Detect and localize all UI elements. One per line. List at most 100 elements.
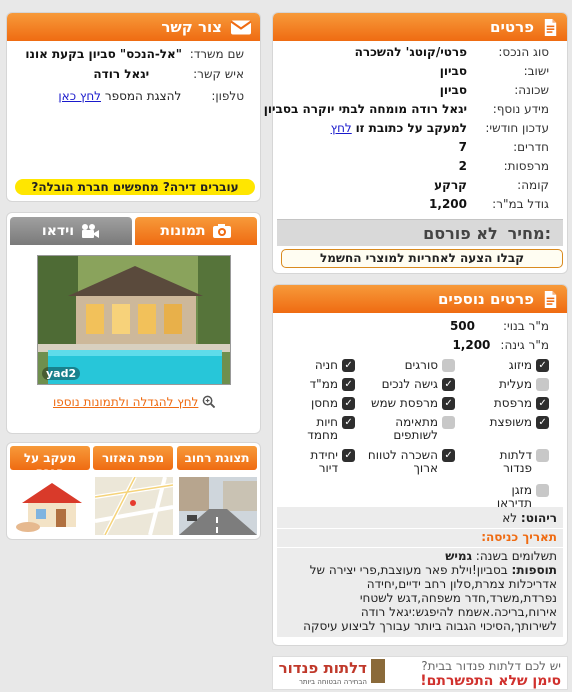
tab-photos-label: תמונות: [160, 223, 206, 239]
detail-row: חדרים: 7: [279, 140, 549, 154]
maps-panel: תצוגת רחוב מפת האזור מעקב על הנכס: [6, 442, 261, 540]
area-map-thumbnail[interactable]: [95, 477, 173, 535]
furnish-box: ריהוט: לא תאריך כניסה: תשלומים בשנה: גמי…: [277, 507, 563, 637]
property-photo[interactable]: yad2: [37, 255, 231, 385]
feature-label: גישה לנכים: [381, 377, 438, 391]
furnish-divider: [277, 528, 563, 529]
unchecked-icon: [536, 484, 549, 497]
office-value: "אל-הנכס" סביון בקעת אונו: [25, 47, 183, 61]
price-value: לא פורסם: [423, 223, 498, 243]
envelope-icon: [230, 20, 252, 34]
detail-value: פרטי/קוטג' להשכרה: [354, 45, 467, 59]
enlarge-row[interactable]: לחץ להגדלה ולתמונות נוספו: [53, 395, 216, 409]
contact-title: צור קשר: [161, 18, 222, 36]
pandor-sub: הבחירה הבטוחה ביותר: [298, 678, 367, 686]
house-price-thumbnail[interactable]: [12, 477, 90, 535]
feature-item: מתאימה לשותפים: [363, 416, 455, 442]
feature-item: ✓ מיזוג: [479, 359, 549, 372]
unchecked-icon: [442, 416, 455, 429]
built-area-label: מ"ר בנוי:: [503, 319, 549, 333]
photo-watermark: yad2: [42, 367, 81, 380]
checkmark-icon: ✓: [442, 397, 455, 410]
detail-label: עדכון חודשי:: [485, 121, 549, 135]
checkmark-icon: ✓: [442, 378, 455, 391]
area-map-label: מפת האזור: [101, 451, 165, 465]
person-label: איש קשר:: [193, 67, 244, 81]
feature-label: מחסן: [310, 396, 338, 410]
feature-item: ✓ חניה: [295, 359, 355, 372]
feature-item: ✓ ממ"ד: [295, 378, 355, 391]
detail-value: יגאל רודה מומחה לבתי יוקרה בסביון: [263, 102, 467, 116]
tab-video[interactable]: וידאו: [10, 217, 132, 245]
tab-photos[interactable]: תמונות: [135, 217, 257, 245]
unchecked-icon: [536, 449, 549, 462]
moving-banner[interactable]: עוברים דירה? מחפשים חברת הובלה?: [15, 179, 255, 195]
unchecked-icon: [442, 359, 455, 372]
checkmark-icon: ✓: [536, 397, 549, 410]
detail-label: ישוב:: [523, 64, 549, 78]
feature-label: מרפסת שמש: [370, 396, 438, 410]
additions-label: תוספות:: [511, 563, 557, 577]
ad-line2: סימן שלא התפשרתם!: [420, 673, 561, 689]
feature-label: סורגים: [404, 358, 438, 372]
area-map-button[interactable]: מפת האזור: [93, 446, 173, 470]
furnish-value: לא: [502, 511, 518, 525]
feature-label: יחידת דיור: [310, 448, 338, 475]
phone-reveal-link[interactable]: לחץ כאן: [58, 89, 101, 103]
checkmark-icon: ✓: [342, 359, 355, 372]
media-panel: תמונות וידאו yad2 לחץ להגדלה ולתמונות נו…: [6, 212, 261, 434]
price-label: מחיר:: [507, 223, 551, 243]
camera-icon: [212, 224, 231, 238]
detail-value: 2: [458, 159, 467, 173]
checkmark-icon: ✓: [342, 378, 355, 391]
detail-label: שכונה:: [514, 83, 549, 97]
detail-label: מידע נוסף:: [492, 102, 549, 116]
feature-item: ✓ מחסן: [295, 397, 355, 410]
detail-label: סוג הנכס:: [498, 45, 549, 59]
offer-text: קבלו הצעה לאחריות למוצרי החשמל: [319, 251, 525, 265]
detail-value: סביון: [439, 64, 467, 78]
feature-label: חיות מחמד: [307, 415, 338, 442]
built-area-row: מ"ר בנוי: 500: [450, 319, 549, 333]
detail-value: 7: [458, 140, 467, 154]
feature-item: ✓ גישה לנכים: [363, 378, 455, 391]
person-value: יגאל רודה: [93, 67, 150, 81]
feature-label: מרפסת: [493, 396, 532, 410]
monthly-update-link[interactable]: לחץ: [331, 121, 352, 135]
street-view-thumbnail[interactable]: [179, 477, 257, 535]
entry-date-label: תאריך כניסה:: [481, 530, 557, 544]
detail-value: למעקב על כתובת זו: [355, 121, 467, 135]
payments-value: גמיש: [445, 549, 472, 563]
pandor-brand: דלתות פנדור: [278, 659, 367, 677]
detail-row: מרפסות: 2: [279, 159, 549, 173]
phone-text: להצגת המספר: [104, 89, 182, 103]
detail-label: חדרים:: [513, 140, 549, 154]
entry-date-row: תאריך כניסה:: [481, 530, 557, 544]
street-view-button[interactable]: תצוגת רחוב: [177, 446, 257, 470]
street-view-label: תצוגת רחוב: [184, 451, 250, 465]
offer-button[interactable]: קבלו הצעה לאחריות למוצרי החשמל: [281, 249, 563, 268]
phone-label: טלפון:: [211, 89, 244, 103]
additions-block: תוספות: בסביון!וילת פאר מעוצבת,פרי יצירה…: [281, 563, 557, 633]
detail-label: קומה:: [517, 178, 549, 192]
pandor-ad-banner[interactable]: דלתות פנדור הבחירה הבטוחה ביותר יש לכם ד…: [272, 656, 568, 690]
entry-divider: [277, 547, 563, 548]
garden-area-value: 1,200: [452, 338, 491, 352]
feature-item: ✓ מרפסת שמש: [363, 397, 455, 410]
pandor-logo: דלתות פנדור הבחירה הבטוחה ביותר: [275, 659, 385, 689]
contact-panel: צור קשר שם משרד: "אל-הנכס" סביון בקעת או…: [6, 12, 261, 202]
detail-label: מרפסות:: [503, 159, 549, 173]
feature-item: דלתות פנדור: [479, 449, 549, 475]
feature-item: ✓ השכרה לטווח ארוך: [363, 449, 455, 475]
extra-title: פרטים נוספים: [437, 290, 534, 308]
furnish-label: ריהוט:: [520, 511, 557, 525]
zoom-icon: [202, 395, 216, 409]
feature-label: דלתות פנדור: [499, 448, 532, 475]
price-tracker-button[interactable]: מעקב על הנכס: [10, 446, 90, 470]
feature-label: ממ"ד: [309, 377, 338, 391]
detail-value: קרקע: [434, 178, 467, 192]
contact-header: צור קשר: [7, 13, 260, 41]
detail-row: גודל במ"ר: 1,200: [279, 197, 549, 211]
enlarge-link[interactable]: לחץ להגדלה ולתמונות נוספו: [53, 395, 198, 409]
checkmark-icon: ✓: [536, 416, 549, 429]
